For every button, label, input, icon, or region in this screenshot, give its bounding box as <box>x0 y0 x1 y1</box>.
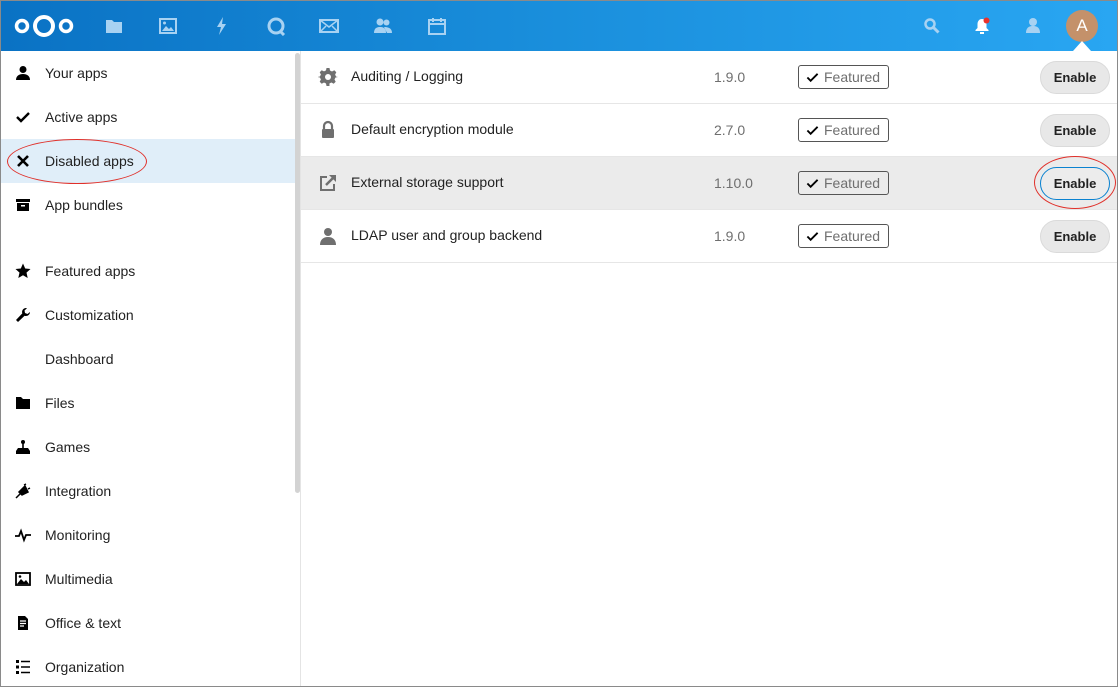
sidebar-item-integration[interactable]: Integration <box>1 469 295 513</box>
image-icon <box>13 569 33 589</box>
wrench-icon <box>13 305 33 325</box>
app-row[interactable]: LDAP user and group backend 1.9.0 Featur… <box>301 210 1117 263</box>
files-icon[interactable] <box>102 14 126 38</box>
featured-badge: Featured <box>798 224 889 248</box>
search-icon[interactable] <box>920 14 944 38</box>
featured-badge: Featured <box>798 171 889 195</box>
sidebar-item-label: Integration <box>45 483 112 499</box>
pulse-icon <box>13 525 33 545</box>
plug-icon <box>13 481 33 501</box>
enable-button[interactable]: Enable <box>1040 167 1110 200</box>
star-icon <box>13 261 33 281</box>
sidebar-item-label: Disabled apps <box>45 153 134 169</box>
sidebar-item-monitoring[interactable]: Monitoring <box>1 513 295 557</box>
featured-badge: Featured <box>798 65 889 89</box>
folder-icon <box>13 393 33 413</box>
user-avatar[interactable]: A <box>1066 10 1098 42</box>
joystick-icon <box>13 437 33 457</box>
sidebar-item-app-bundles[interactable]: App bundles <box>1 183 295 227</box>
archive-icon <box>13 195 33 215</box>
contacts-icon[interactable] <box>371 14 395 38</box>
sidebar-item-multimedia[interactable]: Multimedia <box>1 557 295 601</box>
app-name[interactable]: Auditing / Logging <box>351 68 463 84</box>
sidebar-item-label: Organization <box>45 659 125 675</box>
close-icon <box>13 151 33 171</box>
external-link-icon <box>318 173 338 193</box>
sidebar-item-office-text[interactable]: Office & text <box>1 601 295 645</box>
featured-badge: Featured <box>798 118 889 142</box>
user-icon <box>13 63 33 83</box>
checkmark-icon <box>806 231 819 241</box>
app-row[interactable]: Auditing / Logging 1.9.0 Featured Enable <box>301 51 1117 104</box>
app-version: 2.7.0 <box>714 122 746 138</box>
app-window: A Your apps Active apps Disabled apps Ap… <box>0 0 1118 687</box>
nextcloud-logo[interactable] <box>13 13 75 39</box>
sidebar-item-files[interactable]: Files <box>1 381 295 425</box>
mail-icon[interactable] <box>317 14 341 38</box>
sidebar-item-label: App bundles <box>45 197 123 213</box>
photos-icon[interactable] <box>156 14 180 38</box>
sidebar-item-games[interactable]: Games <box>1 425 295 469</box>
notifications-icon[interactable] <box>970 14 994 38</box>
app-row[interactable]: External storage support 1.10.0 Featured… <box>301 157 1117 210</box>
lock-icon <box>318 120 338 140</box>
sidebar-item-label: Customization <box>45 307 134 323</box>
checkmark-icon <box>806 125 819 135</box>
calendar-icon[interactable] <box>425 14 449 38</box>
gear-icon <box>317 67 338 87</box>
enable-button[interactable]: Enable <box>1040 220 1110 253</box>
avatar-initial: A <box>1076 16 1088 35</box>
sidebar-item-customization[interactable]: Customization <box>1 293 295 337</box>
sidebar-item-label: Games <box>45 439 91 455</box>
app-name[interactable]: LDAP user and group backend <box>351 227 542 243</box>
app-categories-sidebar: Your apps Active apps Disabled apps App … <box>1 51 301 686</box>
app-version: 1.9.0 <box>714 69 746 85</box>
sidebar-item-label: Dashboard <box>45 351 114 367</box>
enable-button[interactable]: Enable <box>1040 114 1110 147</box>
sidebar-item-label: Featured apps <box>45 263 136 279</box>
activity-icon[interactable] <box>210 14 234 38</box>
sidebar-item-active-apps[interactable]: Active apps <box>1 95 295 139</box>
checkmark-icon <box>806 178 819 188</box>
sidebar-item-dashboard[interactable]: Dashboard <box>1 337 295 381</box>
menu-caret <box>1073 41 1091 51</box>
sidebar-item-label: Office & text <box>45 615 121 631</box>
app-list: Auditing / Logging 1.9.0 Featured Enable… <box>301 51 1117 686</box>
app-row[interactable]: Default encryption module 2.7.0 Featured… <box>301 104 1117 157</box>
sidebar-item-label: Monitoring <box>45 527 111 543</box>
sidebar-item-label: Active apps <box>45 109 118 125</box>
app-name[interactable]: Default encryption module <box>351 121 514 137</box>
top-header: A <box>1 1 1117 51</box>
contacts-menu-icon[interactable] <box>1020 14 1044 38</box>
checkmark-icon <box>13 107 33 127</box>
sidebar-item-label: Files <box>45 395 75 411</box>
checkmark-icon <box>806 72 819 82</box>
sidebar-item-your-apps[interactable]: Your apps <box>1 51 295 95</box>
document-icon <box>13 613 33 633</box>
sidebar-scrollbar[interactable] <box>295 53 300 493</box>
sidebar-item-disabled-apps[interactable]: Disabled apps <box>1 139 295 183</box>
list-icon <box>13 657 33 677</box>
sidebar-item-label: Your apps <box>45 65 108 81</box>
app-name[interactable]: External storage support <box>351 174 504 190</box>
sidebar-item-organization[interactable]: Organization <box>1 645 295 686</box>
talk-icon[interactable] <box>264 14 288 38</box>
app-version: 1.10.0 <box>714 175 753 191</box>
app-version: 1.9.0 <box>714 228 746 244</box>
user-icon <box>318 226 338 246</box>
sidebar-item-featured-apps[interactable]: Featured apps <box>1 249 295 293</box>
enable-button[interactable]: Enable <box>1040 61 1110 94</box>
sidebar-item-label: Multimedia <box>45 571 113 587</box>
